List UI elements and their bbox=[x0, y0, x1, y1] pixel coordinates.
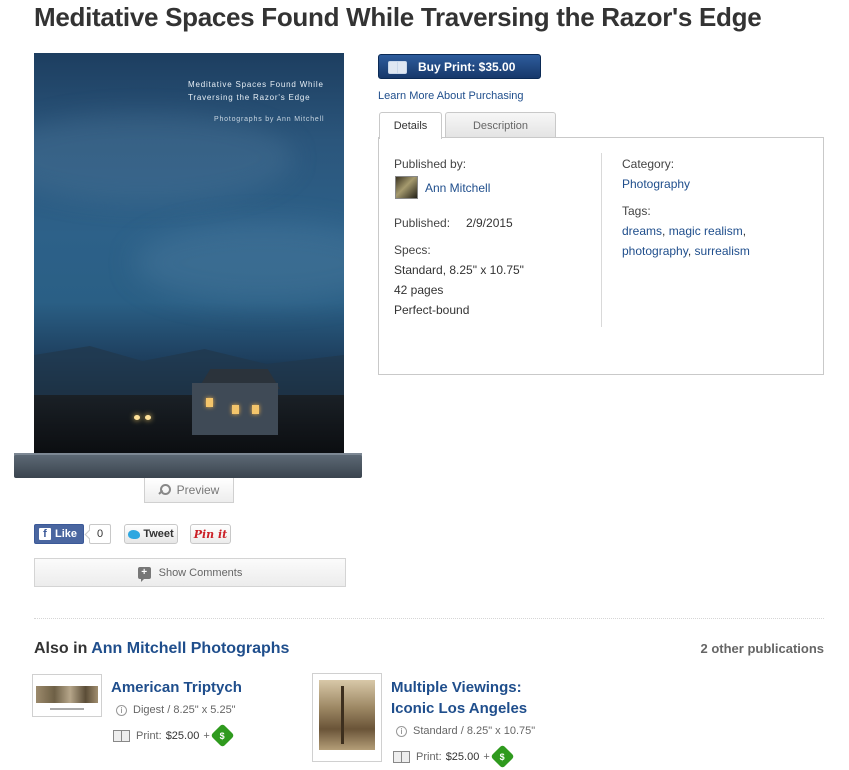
price-value: $25.00 bbox=[445, 750, 480, 763]
publication-thumbnail[interactable] bbox=[32, 674, 102, 717]
publication-title-link[interactable]: American Triptych bbox=[111, 677, 242, 698]
price-value: $25.00 bbox=[165, 729, 200, 742]
open-book-icon bbox=[388, 60, 407, 74]
facebook-like-button[interactable]: f Like bbox=[34, 524, 85, 544]
preview-label: Preview bbox=[176, 483, 220, 497]
ebook-badge-icon[interactable]: $ bbox=[210, 723, 235, 748]
cover-hills bbox=[34, 346, 344, 397]
cover-cloud bbox=[34, 113, 294, 203]
twitter-bird-icon bbox=[128, 529, 141, 539]
cover-window bbox=[232, 405, 239, 414]
also-in-heading: Also in Ann Mitchell Photographs bbox=[34, 640, 289, 658]
category-label: Category: bbox=[622, 157, 675, 171]
cover-car-lights bbox=[134, 415, 154, 420]
info-icon: i bbox=[396, 725, 407, 737]
tab-details[interactable]: Details bbox=[379, 112, 442, 139]
spec-pages: 42 pages bbox=[394, 283, 444, 297]
tag-link[interactable]: magic realism bbox=[669, 224, 743, 238]
publication-title-line: Iconic Los Angeles bbox=[391, 700, 528, 717]
tag-link[interactable]: dreams bbox=[622, 224, 662, 238]
cover-subtitle: Photographs by Ann Mitchell bbox=[214, 116, 325, 123]
tags-line-1: dreams, magic realism, bbox=[622, 224, 747, 238]
author-link[interactable]: Ann Mitchell bbox=[425, 181, 490, 195]
publication-price: Print: $25.00 + $ bbox=[393, 744, 515, 769]
tweet-button[interactable]: Tweet bbox=[124, 524, 178, 544]
publication-title: Multiple Viewings: Iconic Los Angeles bbox=[391, 677, 527, 719]
show-comments-button[interactable]: + Show Comments bbox=[34, 558, 346, 587]
cover-window bbox=[252, 405, 259, 414]
details-panel: Published by: Ann Mitchell Published: 2/… bbox=[378, 137, 824, 375]
page-title: Meditative Spaces Found While Traversing… bbox=[34, 2, 762, 32]
author-avatar[interactable] bbox=[395, 176, 418, 199]
tag-link[interactable]: photography bbox=[622, 244, 688, 258]
also-in-prefix: Also in bbox=[34, 640, 88, 657]
facebook-like-count: 0 bbox=[89, 524, 112, 544]
book-icon bbox=[393, 751, 410, 763]
price-label: Print: bbox=[416, 750, 442, 763]
published-date: 2/9/2015 bbox=[466, 216, 513, 230]
section-divider bbox=[34, 618, 824, 619]
facebook-icon: f bbox=[39, 528, 51, 540]
show-comments-label: Show Comments bbox=[158, 566, 243, 579]
category-link[interactable]: Photography bbox=[622, 177, 690, 191]
cover-cloud bbox=[134, 223, 344, 303]
buy-print-button[interactable]: Buy Print: $35.00 bbox=[378, 54, 541, 79]
publication-spec-text: Digest / 8.25" x 5.25" bbox=[133, 704, 236, 716]
published-label: Published: bbox=[394, 216, 451, 230]
tweet-label: Tweet bbox=[143, 528, 174, 540]
pinterest-button[interactable]: Pin it bbox=[190, 524, 231, 544]
learn-more-link[interactable]: Learn More About Purchasing bbox=[378, 90, 524, 102]
thumbnail-image bbox=[319, 680, 375, 750]
tab-description[interactable]: Description bbox=[445, 112, 556, 138]
publication-thumbnail[interactable] bbox=[312, 673, 382, 762]
publication-title-line: Multiple Viewings: bbox=[391, 679, 522, 696]
publication-spec: i Standard / 8.25" x 10.75" bbox=[396, 725, 535, 737]
preview-button[interactable]: Preview bbox=[144, 478, 234, 503]
buy-print-label: Buy Print: $35.00 bbox=[418, 59, 516, 74]
spec-binding: Perfect-bound bbox=[394, 303, 470, 317]
published-by-label: Published by: bbox=[394, 157, 467, 171]
cover-title: Meditative Spaces Found While Traversing… bbox=[188, 78, 338, 104]
cover-ground bbox=[34, 395, 344, 455]
spec-size: Standard, 8.25" x 10.75" bbox=[394, 263, 524, 277]
tag-link[interactable]: surrealism bbox=[695, 244, 750, 258]
ebook-badge-icon[interactable]: $ bbox=[490, 744, 515, 769]
publication-spec-text: Standard / 8.25" x 10.75" bbox=[413, 725, 536, 737]
book-shelf bbox=[14, 455, 362, 478]
cover-title-line: Meditative Spaces Found While bbox=[188, 80, 324, 89]
tags-line-2: photography, surrealism bbox=[622, 244, 750, 258]
other-publications-count: 2 other publications bbox=[700, 641, 824, 656]
details-divider bbox=[601, 153, 602, 327]
book-icon bbox=[113, 730, 130, 742]
publication-title-link[interactable]: Multiple Viewings: Iconic Los Angeles bbox=[391, 679, 527, 717]
price-label: Print: bbox=[136, 729, 162, 742]
facebook-like-label: Like bbox=[55, 528, 78, 540]
collection-link[interactable]: Ann Mitchell Photographs bbox=[91, 640, 289, 657]
price-plus: + bbox=[483, 750, 490, 763]
publication-price: Print: $25.00 + $ bbox=[113, 723, 235, 748]
cover-window bbox=[206, 398, 213, 407]
thumbnail-caption bbox=[50, 708, 84, 710]
publication-spec: i Digest / 8.25" x 5.25" bbox=[116, 704, 236, 716]
thumbnail-image bbox=[36, 686, 98, 703]
comment-plus-icon: + bbox=[137, 566, 151, 582]
book-cover-image[interactable]: Meditative Spaces Found While Traversing… bbox=[34, 53, 344, 455]
magnifier-icon bbox=[159, 484, 171, 496]
cover-title-line: Traversing the Razor's Edge bbox=[188, 93, 311, 102]
info-icon: i bbox=[116, 704, 127, 716]
price-plus: + bbox=[203, 729, 210, 742]
specs-label: Specs: bbox=[394, 243, 431, 257]
tags-label: Tags: bbox=[622, 204, 651, 218]
facebook-like-widget: f Like 0 bbox=[34, 524, 112, 544]
